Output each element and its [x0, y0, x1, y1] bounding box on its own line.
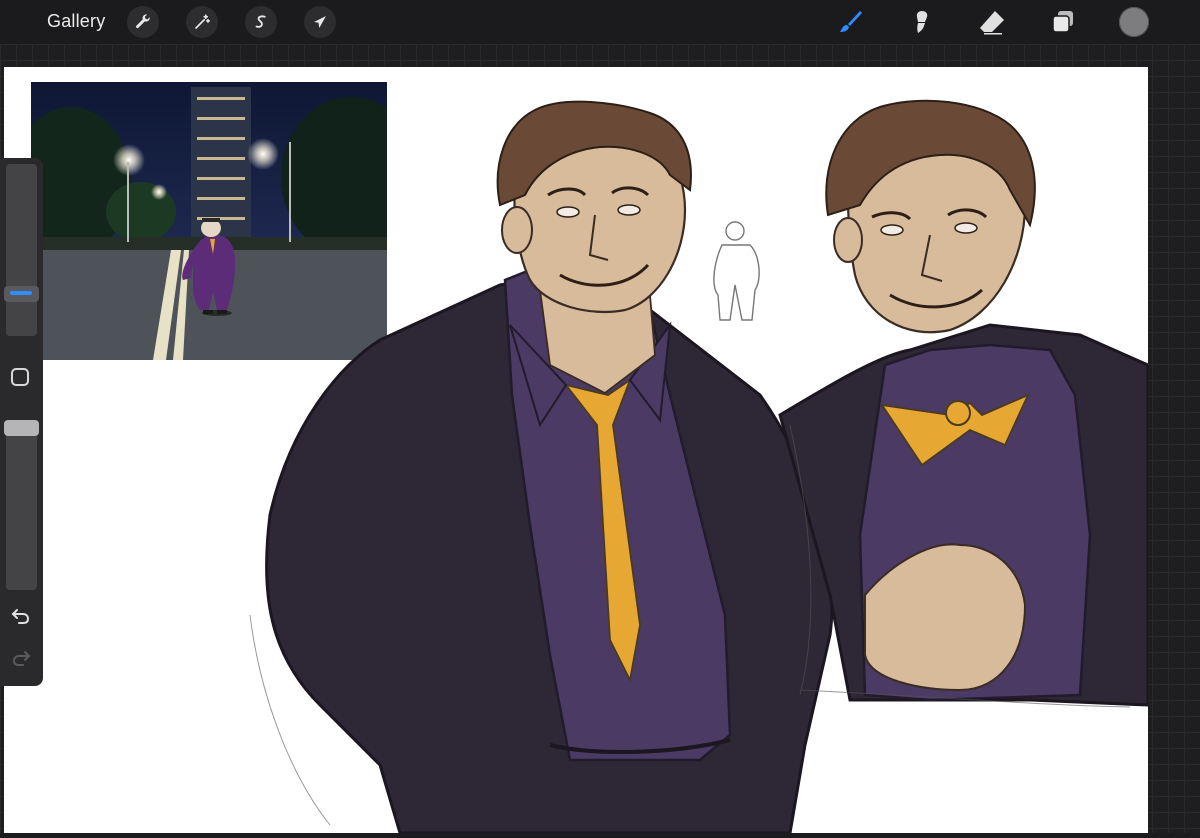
- color-swatch-button[interactable]: [1119, 7, 1149, 37]
- gallery-button[interactable]: Gallery: [47, 11, 105, 32]
- arrow-cursor-icon[interactable]: [304, 6, 336, 38]
- wrench-icon[interactable]: [127, 6, 159, 38]
- opacity-slider[interactable]: [6, 420, 37, 590]
- layers-icon[interactable]: [1047, 6, 1079, 38]
- brush-size-slider[interactable]: [6, 164, 37, 336]
- opacity-handle[interactable]: [4, 420, 39, 436]
- undo-icon[interactable]: [9, 606, 33, 626]
- redo-icon[interactable]: [9, 648, 33, 668]
- slider-icon: [10, 291, 32, 295]
- magic-wand-icon[interactable]: [186, 6, 218, 38]
- selection-s-icon[interactable]: [245, 6, 277, 38]
- smudge-icon[interactable]: [905, 6, 937, 38]
- top-toolbar: Gallery: [0, 0, 1200, 44]
- square-modify-icon[interactable]: [11, 368, 29, 386]
- eraser-icon[interactable]: [976, 6, 1008, 38]
- brush-icon[interactable]: [834, 6, 866, 38]
- character-sketch: [230, 95, 1150, 835]
- brush-size-handle[interactable]: [4, 286, 39, 302]
- left-sidebar: [0, 158, 43, 686]
